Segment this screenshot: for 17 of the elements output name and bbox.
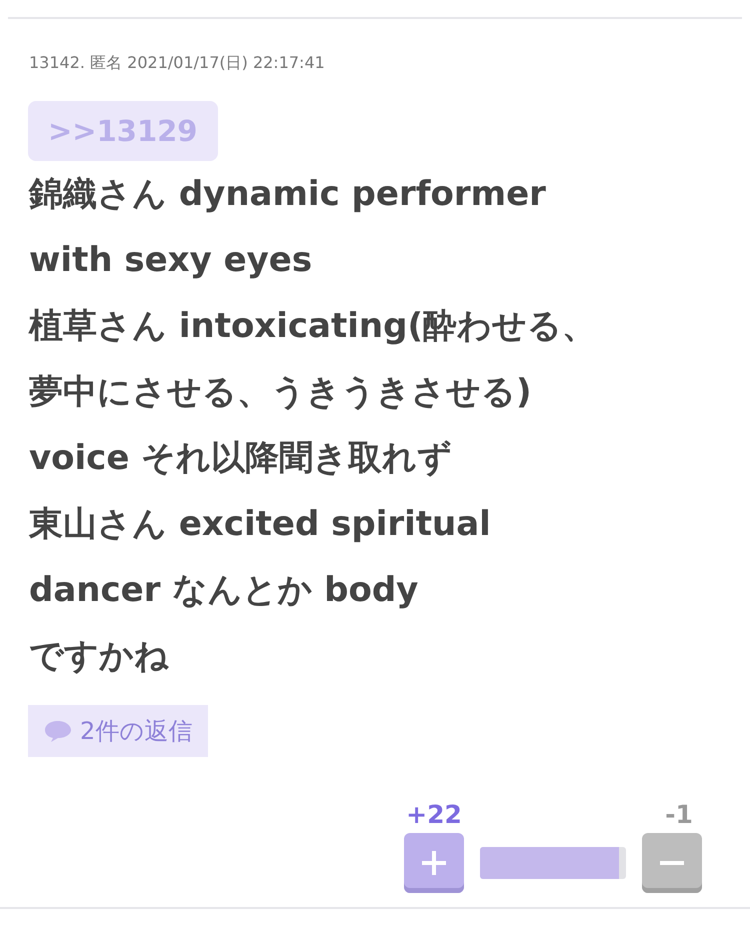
speech-bubble-icon: [44, 719, 72, 743]
plus-icon: [419, 848, 449, 878]
post-text-line: dancer なんとか body: [29, 569, 420, 612]
upvote-button[interactable]: [404, 833, 464, 893]
post-meta: 13142. 匿名 2021/01/17(日) 22:17:41: [29, 52, 326, 74]
minus-icon: [660, 861, 684, 865]
post-text-line: 夢中にさせる、うきうきさせる): [29, 371, 533, 414]
post-text-line: with sexy eyes: [29, 239, 314, 282]
upvote-count: +22: [406, 799, 462, 831]
downvote-count: -1: [665, 799, 693, 831]
post-text-line: 錦織さん dynamic performer: [29, 173, 547, 216]
replies-button[interactable]: 2件の返信: [28, 705, 208, 757]
post-text-line: voice それ以降聞き取れず: [29, 437, 454, 480]
post-text-line: 植草さん intoxicating(酔わせる、: [29, 305, 597, 348]
post-text-line: ですかね: [29, 635, 170, 678]
post-text-line: 東山さん excited spiritual: [29, 503, 492, 546]
downvote-button[interactable]: [642, 833, 702, 893]
